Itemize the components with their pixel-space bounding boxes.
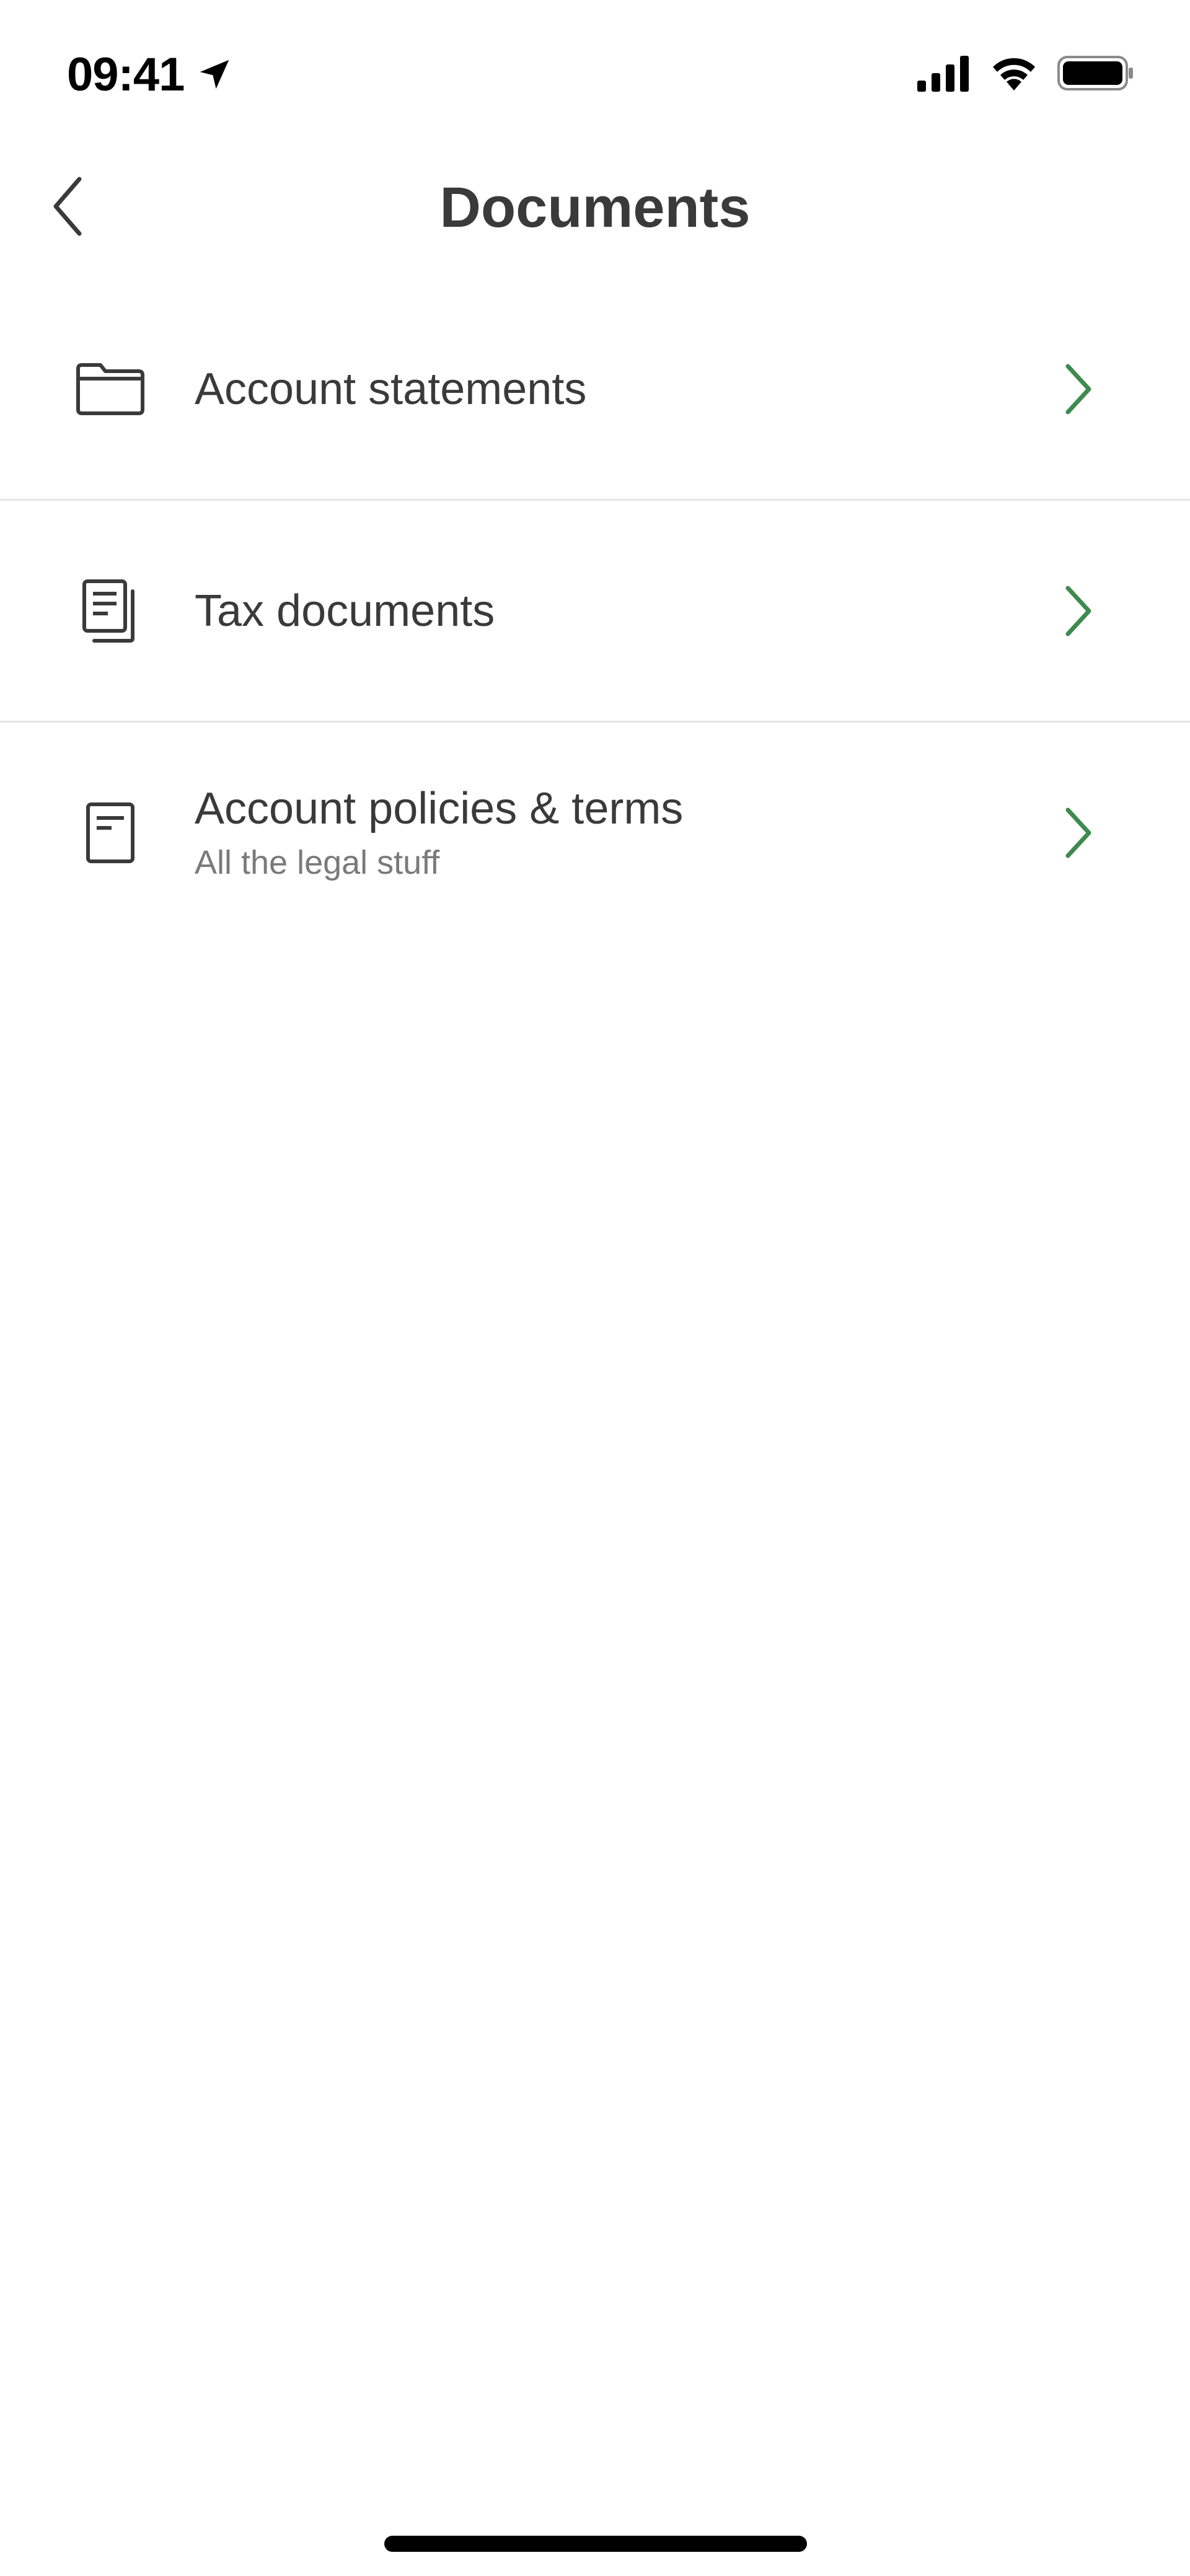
chevron-right-icon bbox=[1054, 802, 1103, 864]
wifi-icon bbox=[989, 55, 1039, 95]
item-text: Account statements bbox=[195, 361, 1004, 417]
item-text: Account policies & terms All the legal s… bbox=[195, 781, 1004, 885]
location-arrow-icon bbox=[195, 55, 234, 94]
chevron-right-icon bbox=[1054, 358, 1103, 420]
chevron-right-icon bbox=[1054, 580, 1103, 642]
status-bar: 09:41 bbox=[0, 0, 1190, 149]
item-text: Tax documents bbox=[195, 583, 1004, 639]
status-time: 09:41 bbox=[67, 48, 185, 101]
page-title: Documents bbox=[439, 176, 751, 239]
item-label: Account statements bbox=[195, 364, 587, 414]
status-icons bbox=[917, 55, 1134, 95]
item-label: Account policies & terms bbox=[195, 783, 684, 833]
list-item-account-statements[interactable]: Account statements bbox=[0, 279, 1190, 501]
home-indicator[interactable] bbox=[384, 2536, 807, 2552]
list-item-tax-documents[interactable]: Tax documents bbox=[0, 501, 1190, 723]
battery-icon bbox=[1057, 55, 1134, 95]
document-icon bbox=[73, 796, 148, 870]
documents-list: Account statements Tax documents Account… bbox=[0, 279, 1190, 943]
status-time-group: 09:41 bbox=[67, 48, 234, 101]
folder-icon bbox=[73, 352, 148, 426]
item-label: Tax documents bbox=[195, 586, 495, 636]
cellular-signal-icon bbox=[917, 55, 971, 95]
documents-stack-icon bbox=[73, 574, 148, 648]
item-sublabel: All the legal stuff bbox=[195, 843, 440, 881]
list-item-account-policies-terms[interactable]: Account policies & terms All the legal s… bbox=[0, 723, 1190, 943]
nav-bar: Documents bbox=[0, 149, 1190, 266]
